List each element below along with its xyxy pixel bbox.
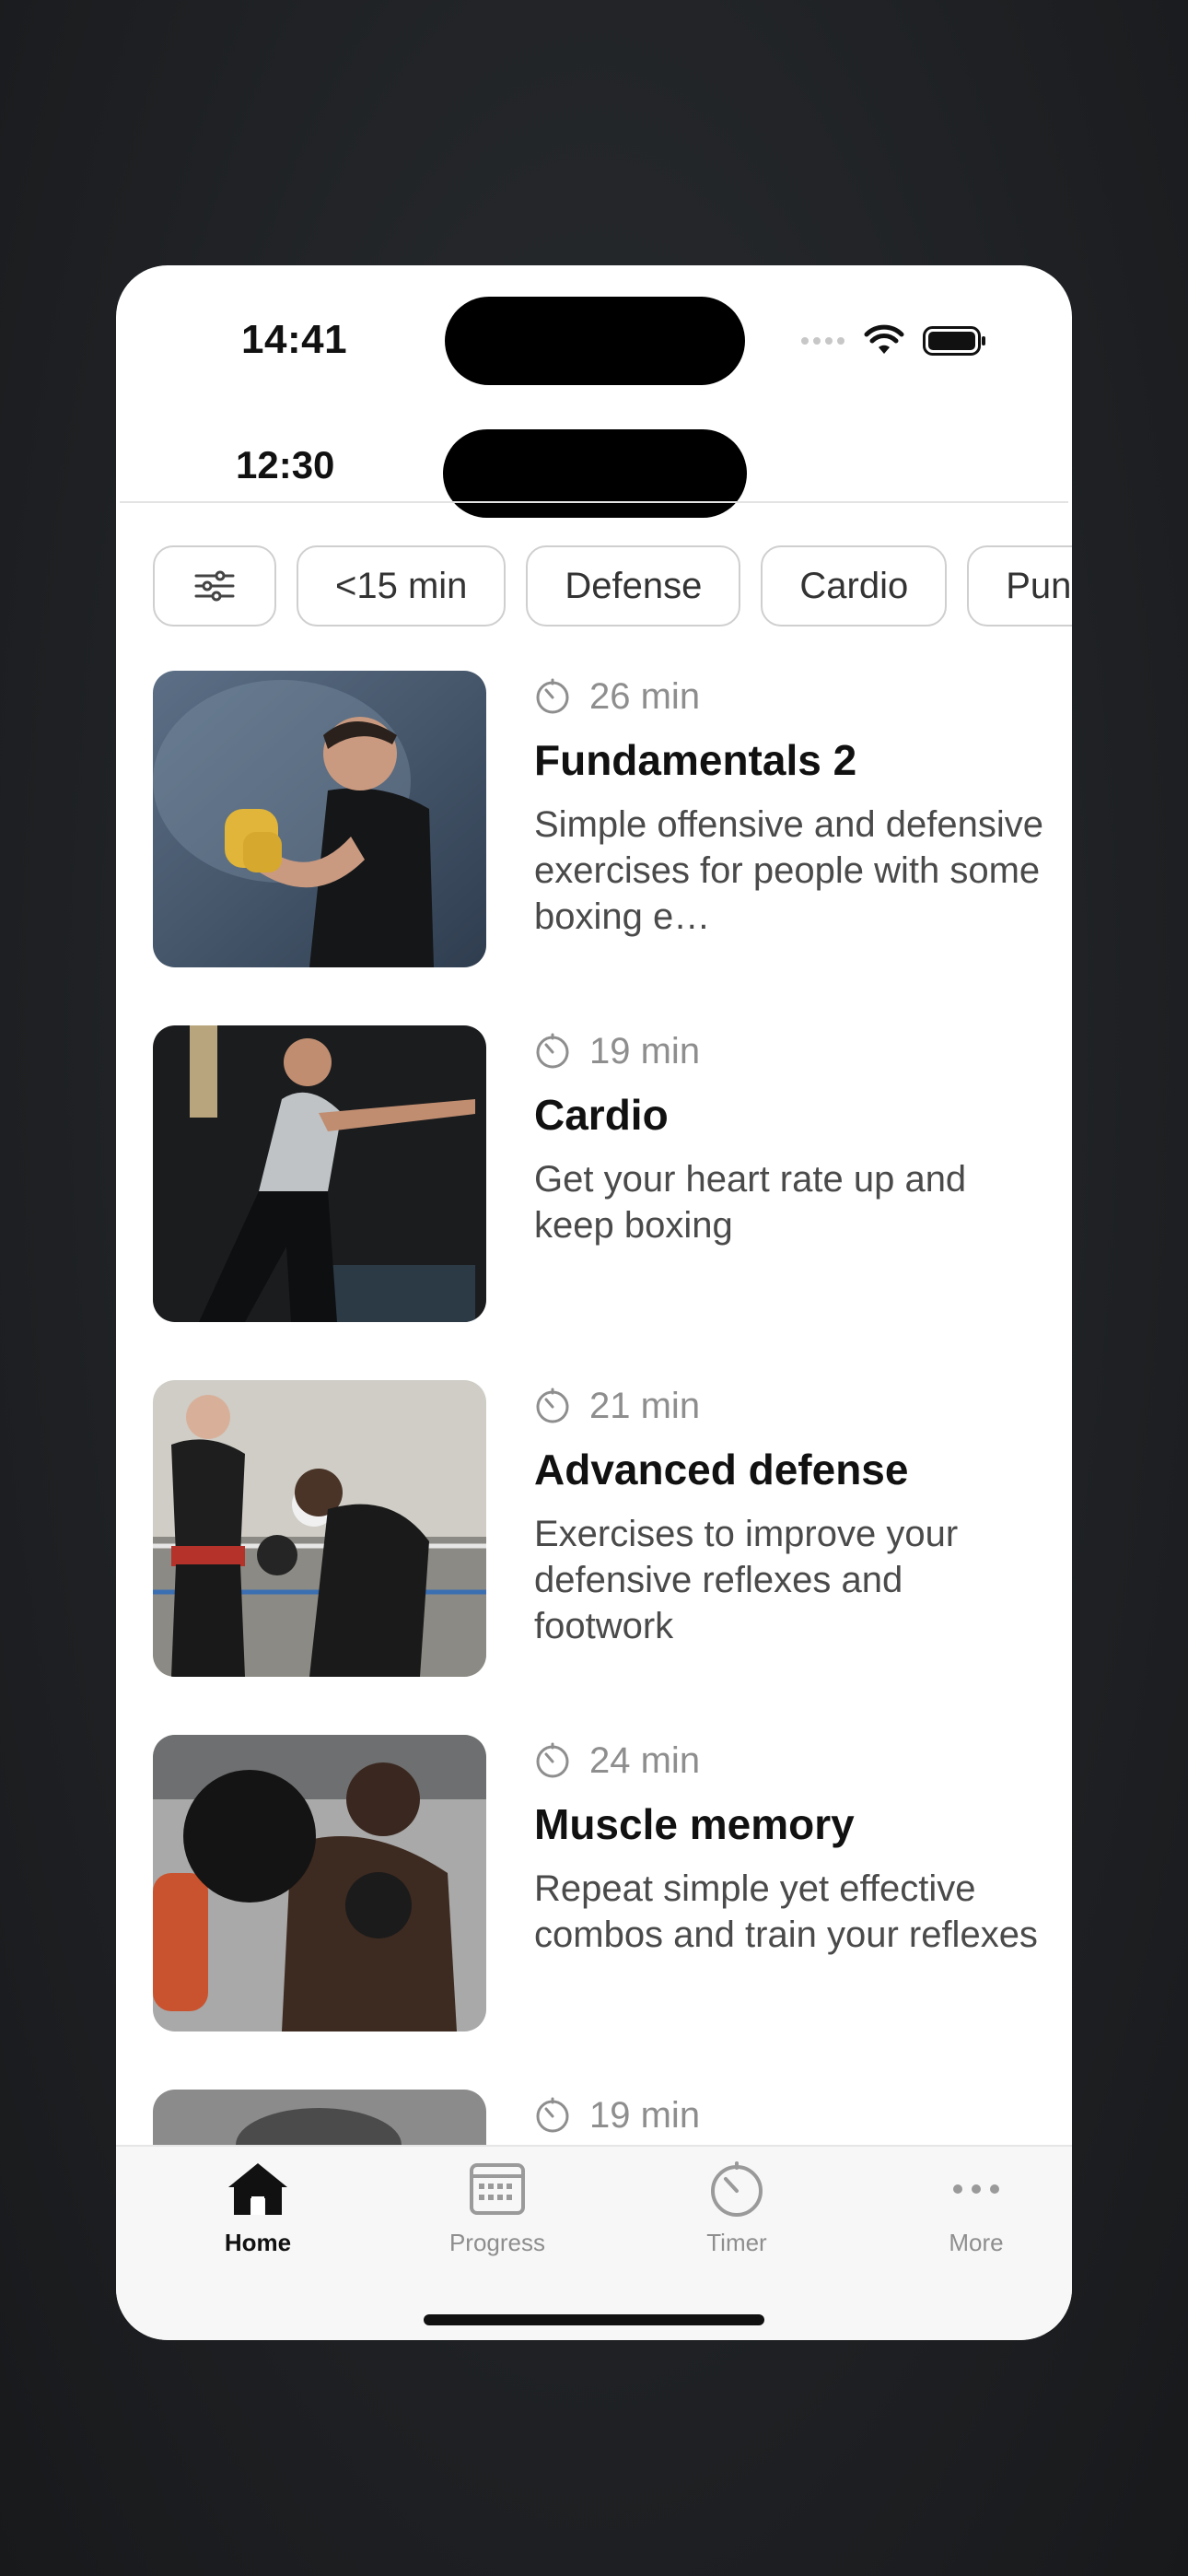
sliders-icon	[194, 570, 235, 602]
workout-list: 26 min Fundamentals 2 Simple offensive a…	[153, 671, 1072, 2340]
status-bar: 14:41 12:30	[116, 265, 1072, 518]
workout-title: Advanced defense	[534, 1446, 909, 1493]
duration-label: 26 min	[589, 675, 701, 717]
workout-description: Exercises to improve your defensive refl…	[534, 1514, 959, 1646]
chip-punches[interactable]: Punches	[967, 545, 1072, 626]
duration-row: 19 min	[534, 2090, 1050, 2141]
duration-label: 24 min	[589, 1739, 701, 1781]
phone-screen: 14:41 12:30 <15 min Defense Cardio Pun 2…	[116, 265, 1072, 2340]
timer-icon	[536, 1742, 569, 1778]
filter-chips: <15 min Defense Cardio Punches	[153, 545, 1072, 626]
chip-defense[interactable]: Defense	[526, 545, 741, 626]
battery-icon	[923, 326, 985, 356]
more-icon	[953, 2184, 999, 2194]
workout-thumbnail	[153, 1735, 486, 2032]
workout-title: Cardio	[534, 1091, 669, 1139]
calendar-icon	[470, 2163, 525, 2215]
tab-label: Timer	[706, 2229, 767, 2256]
duration-row: 24 min	[534, 1735, 1050, 1786]
status-time: 14:41	[241, 317, 348, 362]
chip-cardio[interactable]: Cardio	[761, 545, 948, 626]
workout-thumbnail	[153, 1025, 486, 1322]
workout-card[interactable]: 26 min Fundamentals 2 Simple offensive a…	[153, 671, 1072, 1025]
tab-bar: Home Progress Timer More	[116, 2145, 1072, 2340]
tab-timer[interactable]: Timer	[654, 2160, 820, 2257]
duration-label: 21 min	[589, 1385, 701, 1426]
workout-card[interactable]: 19 min Cardio Get your heart rate up and…	[153, 1025, 1072, 1380]
secondary-time: 12:30	[236, 443, 335, 486]
workout-title: Muscle memory	[534, 1800, 855, 1848]
timer-icon	[536, 2097, 569, 2133]
timer-icon	[536, 678, 569, 714]
timer-icon	[536, 1033, 569, 1069]
home-indicator	[424, 2314, 764, 2325]
filter-button[interactable]	[153, 545, 276, 626]
workout-thumbnail	[153, 1380, 486, 1677]
duration-row: 19 min	[534, 1025, 1050, 1077]
duration-label: 19 min	[589, 1030, 701, 1071]
header-divider	[120, 501, 1068, 503]
tab-label: Home	[224, 2229, 292, 2256]
workout-card[interactable]: 21 min Advanced defense Exercises to imp…	[153, 1380, 1072, 1735]
secondary-island	[443, 429, 747, 518]
tab-label: Progress	[448, 2229, 546, 2256]
timer-icon	[536, 1388, 569, 1423]
duration-row: 26 min	[534, 671, 1050, 722]
workout-thumbnail	[153, 671, 486, 967]
workout-description: Repeat simple yet effective combos and t…	[534, 1868, 1038, 1955]
workout-description: Get your heart rate up and keep boxing	[534, 1159, 967, 1246]
duration-row: 21 min	[534, 1380, 1050, 1432]
workout-description: Simple offensive and defensive exercises…	[534, 804, 1043, 937]
tab-progress[interactable]: Progress	[414, 2160, 580, 2257]
duration-label: 19 min	[589, 2094, 701, 2136]
tab-home[interactable]: Home	[175, 2160, 341, 2257]
home-icon	[228, 2163, 287, 2215]
tab-label: More	[949, 2229, 1004, 2256]
workout-card[interactable]: 24 min Muscle memory Repeat simple yet e…	[153, 1735, 1072, 2090]
cellular-icon	[801, 337, 844, 345]
dynamic-island	[445, 297, 745, 385]
timer-icon	[711, 2161, 763, 2217]
tab-more[interactable]: More	[893, 2160, 1059, 2257]
chip-under-15[interactable]: <15 min	[297, 545, 507, 626]
wifi-icon	[864, 324, 904, 354]
workout-title: Fundamentals 2	[534, 736, 857, 784]
